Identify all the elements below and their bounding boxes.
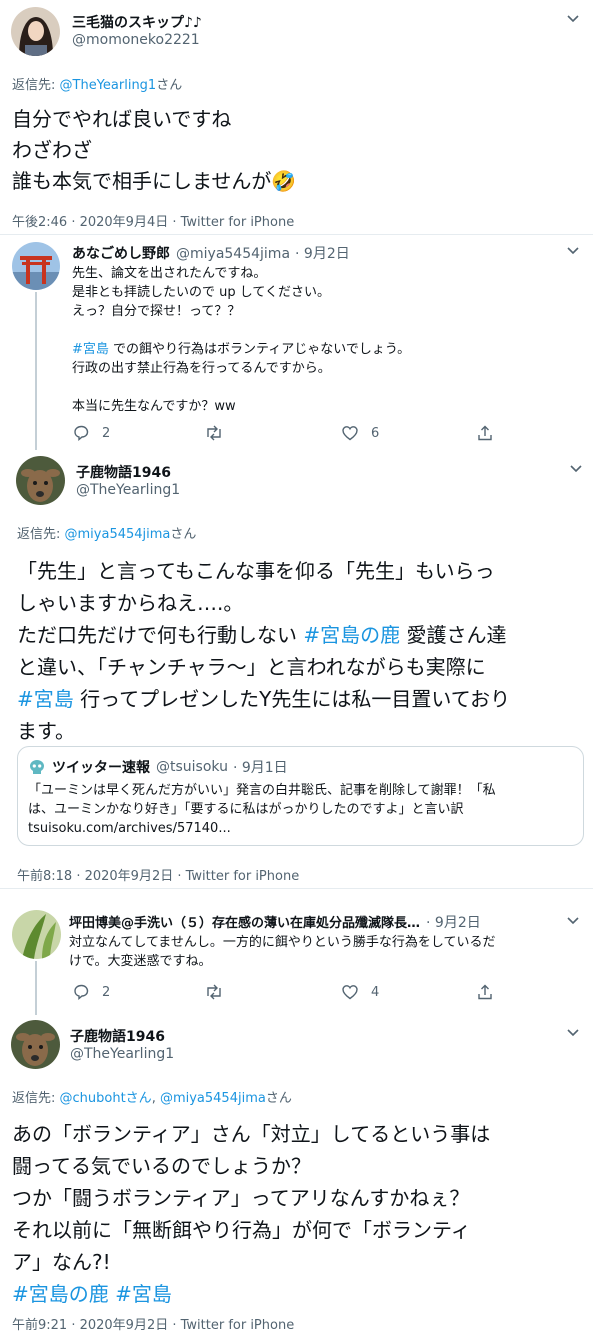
reply-context: 返信先: @TheYearling1さん <box>12 78 183 93</box>
avatar[interactable] <box>11 1020 60 1069</box>
reply-button[interactable]: 2 <box>72 424 110 442</box>
avatar[interactable] <box>11 7 60 56</box>
divider <box>0 234 593 235</box>
hashtag-link[interactable]: #宮島の鹿 #宮島 <box>12 1278 490 1310</box>
share-button[interactable] <box>476 983 506 1001</box>
timestamp[interactable]: 午前8:18 · 2020年9月2日 · Twitter for iPhone <box>17 865 299 884</box>
link-card[interactable]: ツイッター速報 @tsuisoku · 9月1日 「ユーミンは早く死んだ方がいい… <box>17 746 584 846</box>
reply-count: 2 <box>102 984 111 1000</box>
like-count: 6 <box>371 425 380 441</box>
like-count: 4 <box>371 984 380 1000</box>
tweet-text-line: 誰も本気で相手にしませんが🤣 <box>12 169 297 193</box>
tweet-date[interactable]: · 9月2日 <box>295 243 350 263</box>
user-handle[interactable]: @TheYearling1 <box>76 482 180 498</box>
chevron-down-icon[interactable] <box>566 1028 580 1038</box>
reply-count: 2 <box>102 425 111 441</box>
display-name[interactable]: 子鹿物語1946 <box>70 1026 165 1046</box>
reply-icon <box>74 984 89 1000</box>
avatar[interactable] <box>16 456 65 505</box>
mention-link[interactable]: @TheYearling1 <box>60 78 157 93</box>
tweet-text: 先生、論文を出されたんですね。 是非とも拝読したいので up してください。 え… <box>72 266 411 414</box>
tweet-date[interactable]: · 9月2日 <box>426 912 481 932</box>
mention-link[interactable]: @miya5454jima <box>65 527 171 542</box>
reply-context: 返信先: @chubohtさん, @miya5454jimaさん <box>12 1091 292 1106</box>
user-handle[interactable]: @TheYearling1 <box>70 1046 174 1062</box>
hashtag-link[interactable]: #宮島 <box>72 342 109 357</box>
card-text: 「ユーミンは早く死んだ方がいい」発言の白井聡氏、記事を削除して謝罪！「私 <box>28 783 496 798</box>
reply-button[interactable]: 2 <box>72 983 110 1001</box>
tweet-text: あの「ボランティア」さん「対立」してるという事は 闘ってる気でいるのでしょうか？… <box>12 1118 490 1310</box>
like-button[interactable]: 6 <box>341 424 379 442</box>
like-icon <box>342 985 358 1000</box>
hashtag-link[interactable]: #宮島 <box>17 687 74 711</box>
card-source-name: ツイッター速報 <box>52 760 150 776</box>
reply-icon <box>74 425 89 441</box>
like-button[interactable]: 4 <box>341 983 379 1001</box>
like-icon <box>342 426 358 441</box>
tweet-text: 対立なんてしてませんし。一方的に餌やりという勝手な行為をしているだ けで。大変迷… <box>69 935 496 969</box>
display-name[interactable]: あなごめし野郎 <box>72 243 170 263</box>
display-name[interactable]: 坪田博美@手洗い（５）存在感の薄い在庫処分品殲滅隊長… <box>69 912 420 931</box>
share-icon <box>478 984 492 1000</box>
chevron-down-icon[interactable] <box>566 14 580 24</box>
chevron-down-icon[interactable] <box>569 464 583 474</box>
reply-context: 返信先: @miya5454jimaさん <box>17 527 197 542</box>
avatar[interactable] <box>12 242 60 290</box>
user-handle[interactable]: @miya5454jima <box>176 246 290 262</box>
retweet-icon <box>207 425 221 441</box>
display-name[interactable]: 子鹿物語1946 <box>76 462 171 482</box>
mention-link[interactable]: @miya5454jima <box>160 1091 266 1106</box>
display-name[interactable]: 三毛猫のスキップ♪♪ <box>72 12 202 32</box>
card-text: は、ユーミンかなり好き」「要するに私はがっかりしたのですよ」と言い訳 <box>28 802 464 817</box>
retweet-icon <box>207 984 221 1000</box>
tweet-text: 自分でやれば良いですね わざわざ 誰も本気で相手にしませんが🤣 <box>12 104 296 197</box>
timestamp[interactable]: 午前9:21 · 2020年9月2日 · Twitter for iPhone <box>12 1314 294 1333</box>
timestamp[interactable]: 午後2:46 · 2020年9月4日 · Twitter for iPhone <box>12 211 294 230</box>
chevron-down-icon[interactable] <box>566 916 580 926</box>
tweet-text: 「先生」と言ってもこんな事を仰る「先生」もいらっ しゃいますからねえ….。 ただ… <box>17 559 511 743</box>
share-button[interactable] <box>476 424 506 442</box>
thread-line <box>35 292 37 450</box>
share-icon <box>478 425 492 441</box>
divider <box>0 888 593 889</box>
mention-link[interactable]: @chubohtさん <box>60 1091 152 1106</box>
chevron-down-icon[interactable] <box>566 246 580 256</box>
avatar[interactable] <box>12 910 61 959</box>
alien-icon <box>30 760 44 774</box>
retweet-button[interactable] <box>204 424 236 442</box>
user-handle[interactable]: @momoneko2221 <box>72 32 200 48</box>
retweet-button[interactable] <box>204 983 236 1001</box>
card-source-date: · 9月1日 <box>232 760 288 776</box>
card-source-handle: @tsuisoku <box>156 759 228 775</box>
hashtag-link[interactable]: #宮島の鹿 <box>303 623 400 647</box>
card-url: tsuisoku.com/archives/57140... <box>28 821 231 836</box>
thread-line <box>35 961 37 1015</box>
